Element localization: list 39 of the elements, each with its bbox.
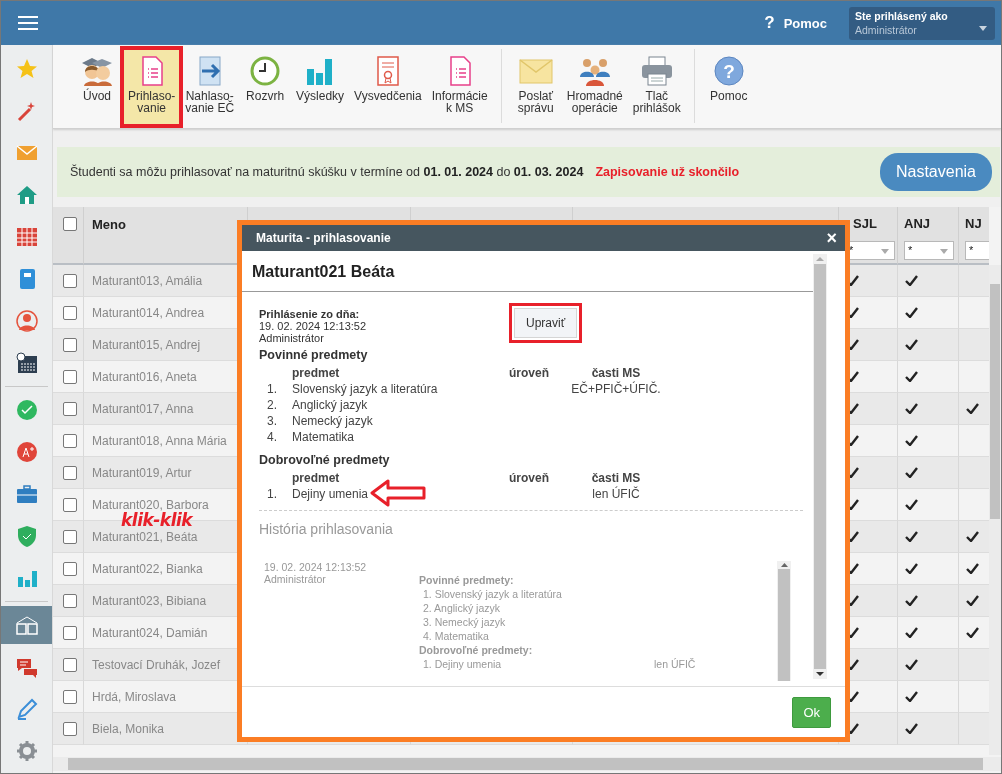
registration-date: 19. 02. 2024 12:13:52 xyxy=(259,320,368,332)
list-number: 1. xyxy=(266,486,278,502)
list-number: 4. xyxy=(266,429,278,445)
exam-parts: len ÚFIČ xyxy=(591,486,641,502)
subject-name: Dejiny umenia xyxy=(292,486,370,502)
column-header: úroveň xyxy=(508,365,550,381)
enrollment-closed-text: Zapisovanie už skončilo xyxy=(595,165,740,179)
student-name-heading: Maturant021 Beáta xyxy=(242,251,813,292)
dialog-title: Maturita - prihlasovanie xyxy=(256,231,391,245)
column-header: predmet xyxy=(292,470,341,486)
column-header: časti MS xyxy=(590,365,642,381)
exam-parts: EČ+PFIČ+ÚFIČ. xyxy=(570,381,662,397)
subject-name: Anglický jazyk xyxy=(292,397,368,413)
history-date: 19. 02. 2024 12:13:52 xyxy=(264,561,368,573)
history-item: 1. Slovenský jazyk a literatúra xyxy=(423,587,563,601)
history-exam-parts: len ÚFIČ xyxy=(654,657,696,671)
history-item: 3. Nemecký jazyk xyxy=(423,615,507,629)
help-icon: ? xyxy=(711,55,746,87)
column-header: predmet xyxy=(292,365,341,381)
history-item: 1. Dejiny umenia xyxy=(423,657,503,671)
enrollment-period-text: Študenti sa môžu prihlasovať na maturitnú skúšku v termíne od 01. 01. 2024 do 01. 03. 2024 xyxy=(70,165,584,179)
list-number: 2. xyxy=(266,397,278,413)
list-number: 3. xyxy=(266,413,278,429)
subject-name: Slovenský jazyk a literatúra xyxy=(292,381,438,397)
subject-name: Matematika xyxy=(292,429,355,445)
subject-name: Nemecký jazyk xyxy=(292,413,373,429)
history-item: 2. Anglický jazyk xyxy=(423,601,502,615)
section-title: Povinné predmety xyxy=(259,348,369,362)
registered-by: Administrátor xyxy=(259,332,325,344)
history-item: 4. Matematika xyxy=(423,629,490,643)
column-header: úroveň xyxy=(508,470,550,486)
history-heading: Dobrovoľné predmety: xyxy=(419,643,534,657)
list-number: 1. xyxy=(266,381,278,397)
registration-label: Prihlásenie zo dňa: xyxy=(259,308,361,320)
column-header: časti MS xyxy=(590,470,642,486)
history-title: História prihlasovania xyxy=(259,521,394,537)
section-title: Dobrovoľné predmety xyxy=(259,453,391,467)
history-heading: Povinné predmety: xyxy=(419,573,515,587)
history-author: Administrátor xyxy=(264,573,327,585)
